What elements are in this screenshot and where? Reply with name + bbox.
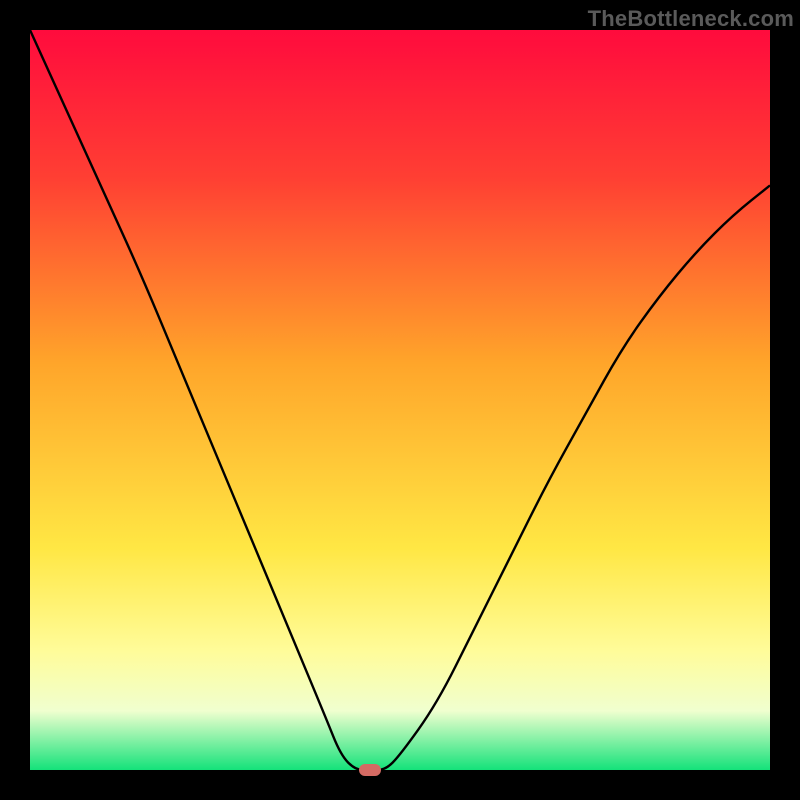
optimal-marker <box>359 764 381 776</box>
watermark-text: TheBottleneck.com <box>588 6 794 32</box>
plot-area <box>30 30 770 770</box>
bottleneck-curve <box>30 30 770 770</box>
chart-container: TheBottleneck.com <box>0 0 800 800</box>
curve-layer <box>30 30 770 770</box>
